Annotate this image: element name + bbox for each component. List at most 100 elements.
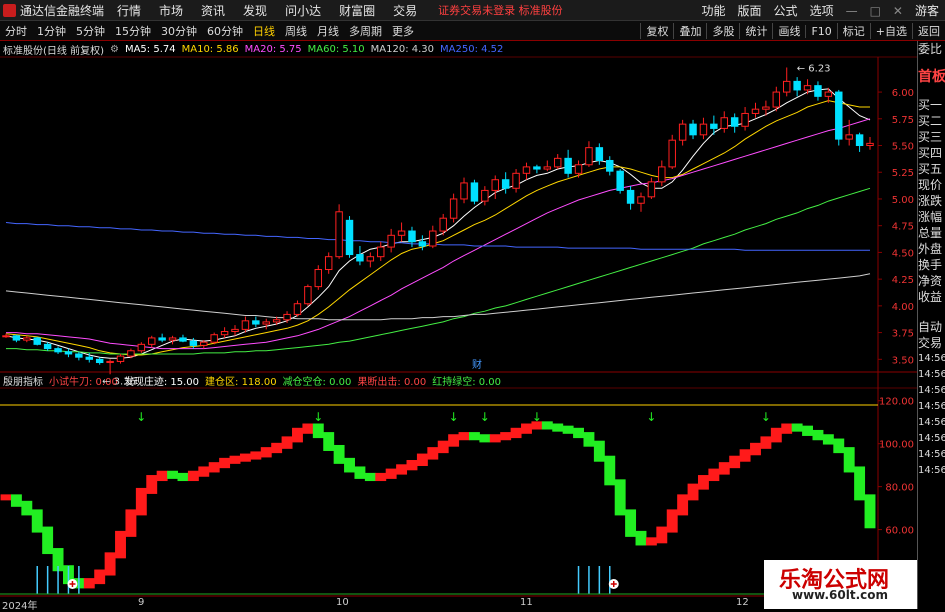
indicator-bar	[843, 447, 855, 473]
indicator-bar	[468, 432, 480, 441]
high-price-note: ← 6.23	[797, 63, 831, 74]
sidebar-item[interactable]: 买五	[918, 161, 945, 177]
candle-body	[95, 358, 104, 364]
indicator-bar	[312, 423, 324, 439]
price-tick-label: 5.00	[892, 195, 914, 206]
candle-body	[293, 303, 302, 315]
sidebar-item[interactable]: 买四	[918, 145, 945, 161]
indicator-bar	[385, 468, 397, 479]
price-tick-label: 5.75	[892, 115, 914, 126]
candle-body	[345, 219, 354, 256]
indicator-bar	[83, 578, 95, 589]
indicator-bar	[822, 434, 834, 445]
indicator-bar	[770, 427, 782, 443]
candle-body	[710, 123, 718, 129]
candle-body	[439, 217, 447, 232]
ma-line-ma120	[5, 273, 871, 321]
candle-body	[54, 348, 62, 353]
candle-body	[43, 343, 52, 350]
candle-body	[262, 321, 270, 325]
candle-body	[793, 80, 801, 91]
candle-body	[512, 172, 520, 189]
indicator-bar	[198, 466, 210, 477]
candle-body	[324, 256, 333, 271]
candle-body	[782, 80, 791, 93]
candle-body	[824, 91, 833, 97]
candle-body	[231, 328, 239, 333]
indicator-bar	[104, 552, 116, 576]
down-arrow-icon: ↓	[136, 410, 146, 424]
down-arrow-icon: ↓	[761, 410, 771, 424]
indicator-bar	[573, 427, 584, 439]
candle-body	[33, 337, 41, 345]
candle-body	[220, 331, 229, 336]
sidebar-item[interactable]: 首板	[918, 57, 945, 97]
candle-body	[501, 179, 510, 189]
candle-body	[616, 170, 624, 191]
date-label: 11	[520, 597, 533, 608]
candle-body	[460, 182, 468, 200]
indicator-bar	[802, 425, 813, 436]
candle-body	[23, 337, 31, 341]
down-arrow-icon: ↓	[313, 410, 323, 424]
indicator-bar	[583, 432, 595, 447]
candle-body	[168, 337, 177, 341]
price-tick-label: 3.75	[892, 329, 914, 340]
candle-body	[564, 157, 572, 174]
candle-body	[158, 337, 166, 341]
candle-body	[553, 157, 562, 168]
candle-body	[866, 142, 874, 147]
candle-body	[741, 112, 749, 127]
sidebar-item[interactable]: 外盘	[918, 241, 945, 257]
sidebar-item[interactable]: 净资	[918, 273, 945, 289]
sidebar-lower-item: 14:56	[918, 353, 945, 364]
sidebar-item[interactable]: 收益	[918, 289, 945, 305]
candle-body	[397, 230, 406, 236]
sidebar-item[interactable]: 涨幅	[918, 209, 945, 225]
candle-body	[314, 269, 323, 288]
candle-body	[606, 159, 614, 172]
indicator-bar	[364, 472, 376, 482]
indicator-bar	[125, 509, 137, 537]
indicator-bar	[292, 427, 303, 443]
indicator-bar	[250, 451, 262, 460]
candle-body	[210, 334, 218, 343]
indicator-bar	[437, 440, 449, 454]
candle-body	[106, 360, 114, 364]
candle-body	[2, 335, 10, 338]
sidebar-item[interactable]: 现价	[918, 177, 945, 193]
low-price-note: ← 3.36	[102, 376, 136, 387]
candle-body	[252, 320, 260, 325]
indicator-bar	[187, 470, 199, 482]
candle-body	[470, 182, 479, 202]
price-tick-label: 6.00	[892, 88, 914, 99]
indicator-bar	[718, 462, 730, 475]
sidebar-item[interactable]: 换手	[918, 257, 945, 273]
date-label: 9	[138, 597, 145, 608]
chart-canvas[interactable]: 6.00 5.75 5.50 5.25 5.00 4.75 4.50 4.25 4.00 3.75…	[0, 0, 917, 609]
candle-body	[200, 341, 208, 346]
candle-body	[699, 123, 708, 136]
indicator-bar	[854, 466, 866, 501]
price-tick-label: 4.00	[892, 302, 914, 313]
sidebar-item[interactable]: 总量	[918, 225, 945, 241]
sidebar-item[interactable]: 买三	[918, 129, 945, 145]
candle-body	[522, 166, 531, 174]
sidebar-item[interactable]: 买一	[918, 97, 945, 113]
sidebar-item[interactable]: 买二	[918, 113, 945, 129]
sidebar-item[interactable]: 委比	[918, 41, 945, 57]
indicator-bar	[42, 526, 54, 555]
candle-body	[730, 117, 739, 127]
indicator-bar	[167, 470, 179, 479]
indicator-bar	[354, 466, 366, 479]
indicator-bar	[10, 494, 22, 507]
down-arrow-icon: ↓	[646, 410, 656, 424]
indicator-bar	[239, 453, 251, 462]
candle-body	[637, 196, 645, 204]
indicator-bar	[208, 462, 220, 473]
down-arrow-icon: ↓	[532, 410, 542, 424]
indicator-bar	[156, 470, 168, 482]
candle-body	[304, 286, 312, 305]
candle-body	[689, 123, 697, 136]
sidebar-item[interactable]: 涨跌	[918, 193, 945, 209]
